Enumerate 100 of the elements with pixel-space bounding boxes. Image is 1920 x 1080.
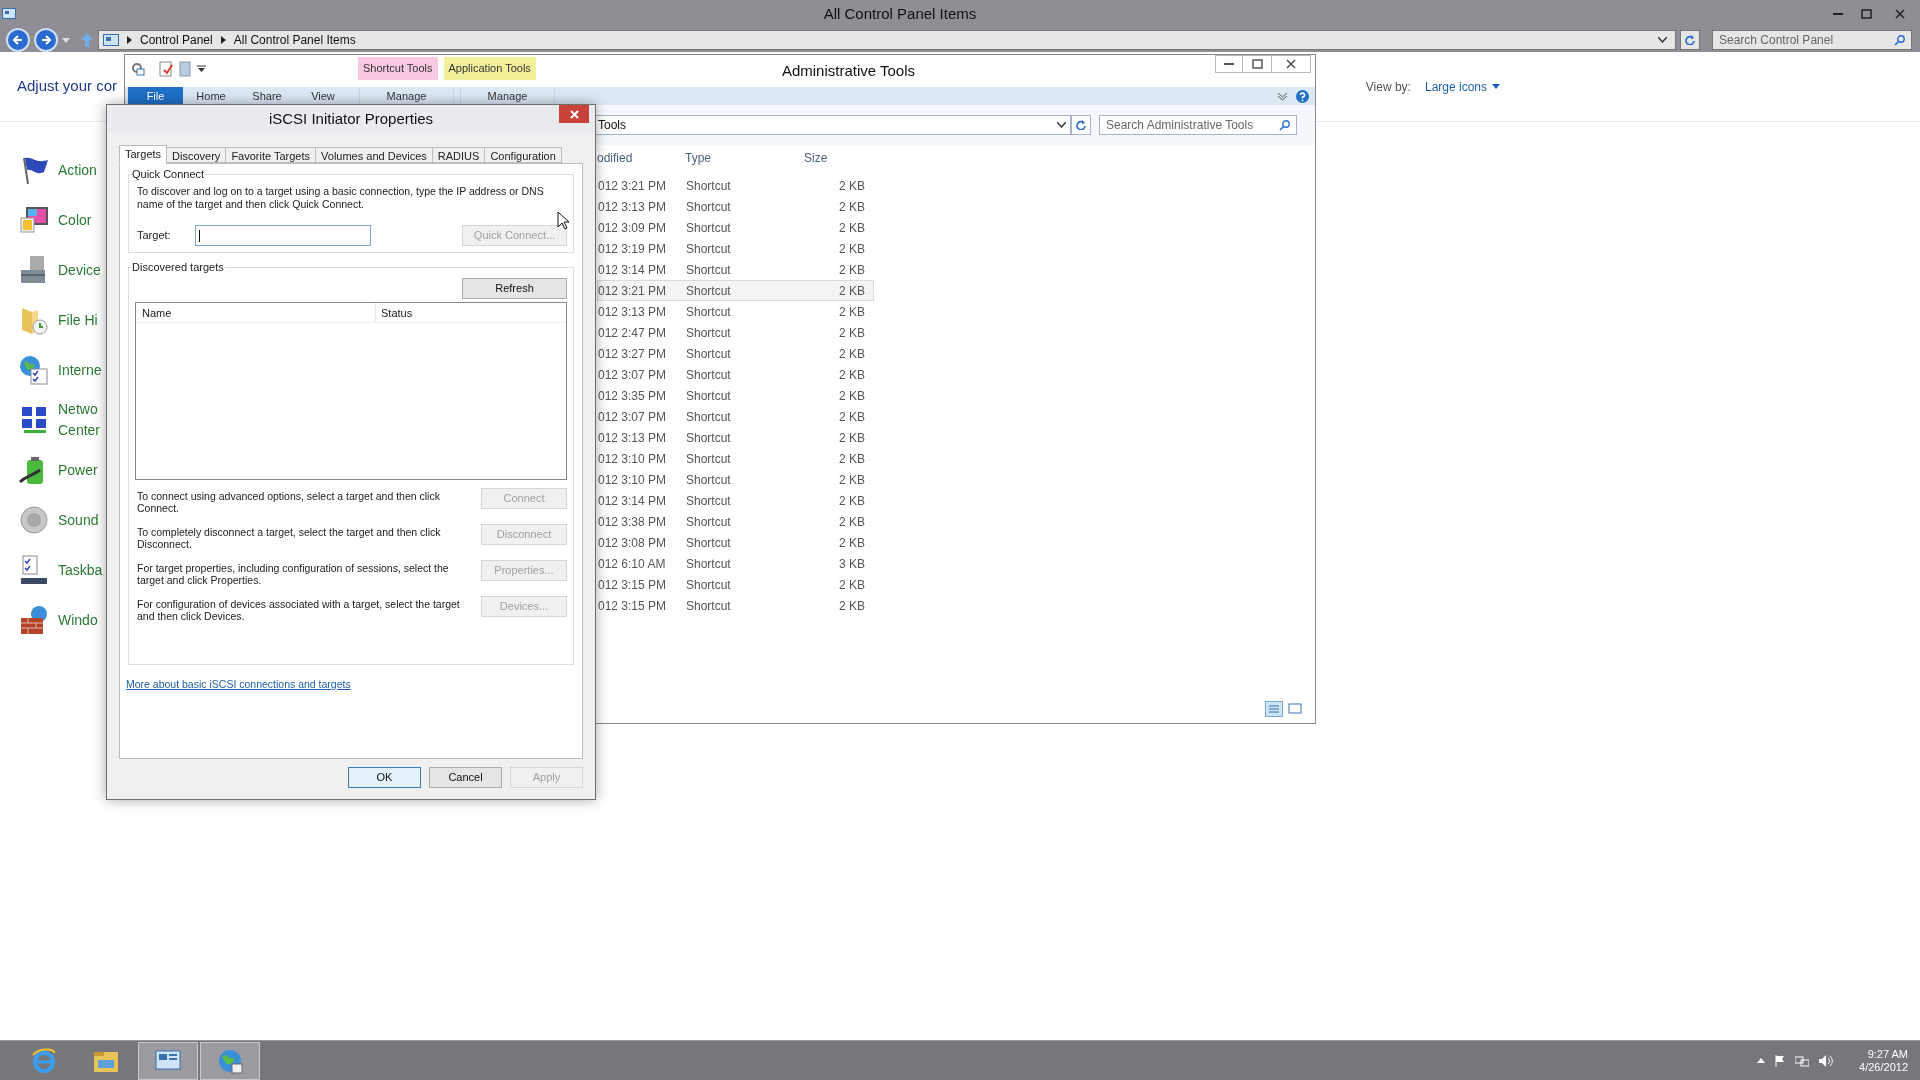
applet-link[interactable]: Power xyxy=(58,459,98,481)
dropdown-icon[interactable] xyxy=(1057,122,1066,128)
back-button[interactable] xyxy=(6,28,30,52)
restore-icon xyxy=(1251,59,1263,69)
dialog-tab[interactable]: Discovery xyxy=(166,147,227,163)
taskbar-button[interactable] xyxy=(200,1041,260,1080)
file-row[interactable]: 012 3:08 PM Shortcut 2 KB xyxy=(597,532,874,553)
forward-button[interactable] xyxy=(34,28,58,52)
file-row[interactable]: 012 3:21 PM Shortcut 2 KB xyxy=(597,175,874,196)
table-cell-text: 2 KB xyxy=(838,492,865,510)
file-row[interactable]: 012 3:13 PM Shortcut 2 KB xyxy=(597,427,874,448)
file-row[interactable]: 012 3:07 PM Shortcut 2 KB xyxy=(597,364,874,385)
dialog-tab[interactable]: Targets xyxy=(119,145,168,164)
table-cell-text: Shortcut xyxy=(686,492,732,510)
targets-list[interactable]: Name Status xyxy=(135,302,567,480)
dialog-tab[interactable]: RADIUS xyxy=(431,147,486,163)
file-row[interactable]: 012 3:10 PM Shortcut 2 KB xyxy=(597,469,874,490)
table-cell-text: Shortcut xyxy=(686,576,732,594)
file-row[interactable]: 012 3:14 PM Shortcut 2 KB xyxy=(597,259,874,280)
refresh-button[interactable] xyxy=(1680,30,1700,50)
file-row[interactable]: 012 3:35 PM Shortcut 2 KB xyxy=(597,385,874,406)
file-row[interactable]: 012 2:47 PM Shortcut 2 KB xyxy=(597,322,874,343)
search-field[interactable]: Search Administrative Tools xyxy=(1099,115,1297,135)
caret-icon[interactable] xyxy=(197,65,206,73)
close-button[interactable] xyxy=(559,105,589,123)
document-icon[interactable] xyxy=(159,61,173,77)
help-link[interactable]: More about basic iSCSI connections and targets xyxy=(126,677,351,693)
table-cell-text: 2 KB xyxy=(838,450,865,468)
view-by-dropdown[interactable]: Large icons xyxy=(1424,77,1500,96)
search-field[interactable]: Search Control Panel xyxy=(1712,30,1912,50)
applet-link[interactable]: Center xyxy=(58,420,101,441)
applet-link[interactable]: Windo xyxy=(58,609,98,631)
column-header[interactable]: Size xyxy=(804,149,864,167)
applet-link[interactable]: Color xyxy=(58,209,92,231)
file-row[interactable]: 012 3:19 PM Shortcut 2 KB xyxy=(597,238,874,259)
applet-link[interactable]: File Hi xyxy=(58,309,98,331)
close-icon xyxy=(1286,59,1296,69)
contextual-tab-header: Application Tools xyxy=(443,57,536,80)
refresh-button[interactable]: Refresh xyxy=(462,278,567,299)
column-header[interactable]: Name xyxy=(136,303,376,322)
network-icon[interactable] xyxy=(1795,1054,1810,1067)
column-header[interactable]: Status xyxy=(376,303,566,322)
close-button[interactable] xyxy=(1271,55,1311,73)
file-row[interactable]: 012 6:10 AM Shortcut 3 KB xyxy=(597,553,874,574)
file-row[interactable]: 012 3:13 PM Shortcut 2 KB xyxy=(597,301,874,322)
table-cell-text: Shortcut xyxy=(686,303,732,321)
applet-link[interactable]: Sound xyxy=(58,509,99,531)
ribbon-tab[interactable]: Share xyxy=(239,87,295,105)
flag-icon[interactable] xyxy=(1775,1054,1786,1067)
address-bar[interactable]: Tools xyxy=(595,115,1071,135)
applet-link[interactable]: Device xyxy=(58,259,101,281)
file-row[interactable]: 012 3:27 PM Shortcut 2 KB xyxy=(597,343,874,364)
table-cell-text: 2 KB xyxy=(838,198,865,216)
dialog-button[interactable]: OK xyxy=(348,767,421,788)
breadcrumb-item[interactable]: Control Panel xyxy=(140,31,213,49)
column-header[interactable]: odified xyxy=(597,149,685,167)
file-row[interactable]: 012 3:09 PM Shortcut 2 KB xyxy=(597,217,874,238)
applet-link[interactable]: Interne xyxy=(58,359,102,381)
applet-link[interactable]: Taskba xyxy=(58,559,103,581)
file-row[interactable]: 012 3:13 PM Shortcut 2 KB xyxy=(597,196,874,217)
field-label: Target: xyxy=(137,228,172,244)
table-cell-text: Shortcut xyxy=(686,513,732,531)
file-row[interactable]: 012 3:15 PM Shortcut 2 KB xyxy=(597,595,874,616)
help-icon[interactable] xyxy=(1296,89,1309,103)
table-cell-text: Shortcut xyxy=(686,450,732,468)
properties-icon[interactable] xyxy=(131,62,145,76)
column-header[interactable]: Type xyxy=(685,149,804,167)
taskbar-button[interactable] xyxy=(138,1041,198,1080)
breadcrumb-item[interactable]: All Control Panel Items xyxy=(233,31,356,49)
refresh-button[interactable] xyxy=(1071,115,1091,135)
dialog-button[interactable]: Cancel xyxy=(429,767,502,788)
table-cell-text: 012 3:35 PM xyxy=(598,387,668,405)
dialog-tab[interactable]: Volumes and Devices xyxy=(315,147,433,163)
expand-ribbon-icon[interactable] xyxy=(1277,91,1288,101)
file-row[interactable]: 012 3:15 PM Shortcut 2 KB xyxy=(597,574,874,595)
applet-link[interactable]: Action xyxy=(58,159,97,181)
search-input[interactable]: Search Control Panel xyxy=(1719,31,1894,49)
applet-link[interactable]: Netwo xyxy=(58,399,101,420)
ribbon-tab[interactable]: View xyxy=(295,87,351,105)
file-row[interactable]: 012 3:38 PM Shortcut 2 KB xyxy=(597,511,874,532)
restore-button[interactable] xyxy=(1243,55,1271,73)
dropdown-icon[interactable] xyxy=(1658,37,1667,43)
target-field[interactable] xyxy=(195,225,371,246)
search-input[interactable]: Search Administrative Tools xyxy=(1106,116,1279,134)
minimize-button[interactable] xyxy=(1215,55,1243,73)
clock-time: 9:27 AM xyxy=(1867,1047,1908,1061)
table-cell-text: Shortcut xyxy=(686,261,732,279)
file-tab[interactable]: File xyxy=(128,87,183,105)
file-row[interactable]: 012 3:14 PM Shortcut 2 KB xyxy=(597,490,874,511)
dialog-tab[interactable]: Configuration xyxy=(484,147,562,163)
chevron-up-icon[interactable] xyxy=(1757,1058,1766,1063)
file-row[interactable]: 012 3:21 PM Shortcut 2 KB xyxy=(597,280,874,301)
table-cell-text: 012 3:13 PM xyxy=(598,303,668,321)
dialog-tab[interactable]: Favorite Targets xyxy=(225,147,317,163)
ribbon-tab[interactable]: Home xyxy=(183,87,239,105)
address-bar[interactable]: Control Panel All Control Panel Items xyxy=(98,30,1676,50)
volume-icon[interactable] xyxy=(1819,1054,1834,1067)
file-row[interactable]: 012 3:07 PM Shortcut 2 KB xyxy=(597,406,874,427)
clock[interactable]: 9:27 AM 4/26/2012 xyxy=(1859,1047,1908,1074)
file-row[interactable]: 012 3:10 PM Shortcut 2 KB xyxy=(597,448,874,469)
